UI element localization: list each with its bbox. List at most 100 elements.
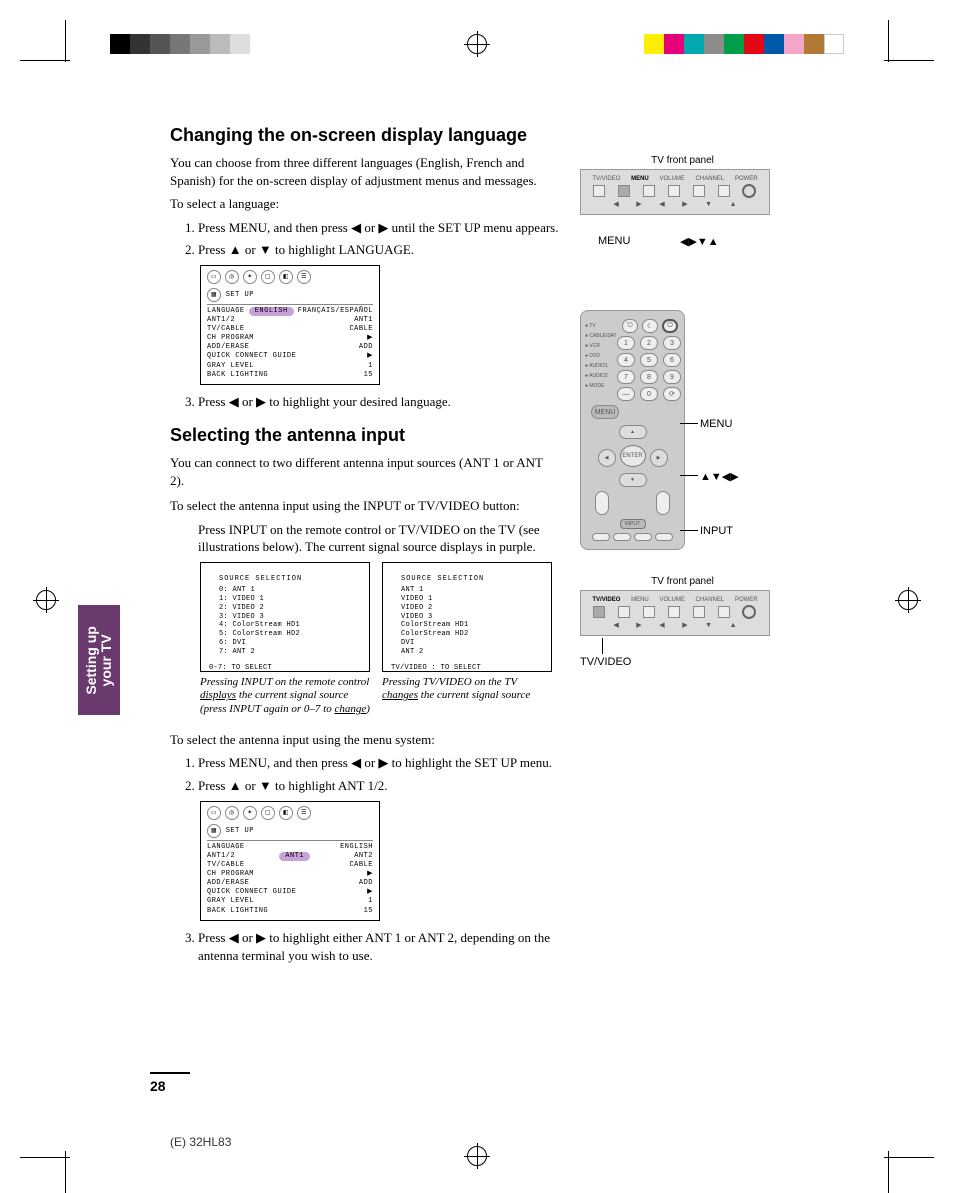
remote-control-figure: ● TV● CABLE/SAT● VCR● DVD● AUDIO1● AUDIO…	[580, 310, 685, 550]
step-item: Press ▲ or ▼ to highlight LANGUAGE.	[198, 241, 560, 259]
figure-title: SOURCE SELECTION	[219, 575, 361, 584]
chapter-tab: Setting up your TV	[78, 605, 120, 715]
crop-mark	[888, 1151, 889, 1193]
osd-row: BACK LIGHTING15	[207, 907, 373, 916]
osd-row: GRAY LEVEL1	[207, 362, 373, 371]
source-selection-figure: SOURCE SELECTION 0: ANT 11: VIDEO 12: VI…	[200, 562, 370, 672]
tv-arrow-row: ◀▶◀▶▼▲	[587, 621, 763, 629]
osd-tab-icon: ✶	[243, 270, 257, 284]
remote-vol-rocker-icon	[656, 491, 670, 515]
osd-row: GRAY LEVEL1	[207, 897, 373, 906]
osd-setup-figure: ▭ ◎ ✶ ▢ ◧ ☰ ▦ SET UP LANGUAGEENGLISHANT1…	[200, 801, 380, 921]
figure-title: SOURCE SELECTION	[401, 575, 543, 584]
registration-mark-icon	[467, 1146, 487, 1166]
tv-button-icon	[668, 606, 680, 618]
remote-number-icon: 0	[640, 387, 658, 401]
remote-number-icon: 3	[663, 336, 681, 350]
dpad-down-icon: ▼	[619, 473, 647, 487]
list-item: DVI	[401, 639, 543, 648]
tv-panel-label: TV/VIDEO	[592, 176, 620, 182]
tv-button-icon	[718, 606, 730, 618]
step-item: Press ◀ or ▶ to highlight either ANT 1 o…	[198, 929, 560, 965]
tv-panel-label: TV/VIDEO	[592, 597, 620, 603]
registration-mark-icon	[467, 34, 487, 54]
osd-tab-icon: ☰	[297, 806, 311, 820]
osd-tab-icon: ◎	[225, 270, 239, 284]
osd-tab-icon: ▢	[261, 806, 275, 820]
osd-setup-figure: ▭ ◎ ✶ ▢ ◧ ☰ ▦ SET UP LANGUAGEENGLISHFRAN…	[200, 265, 380, 385]
osd-row: CH PROGRAM▶	[207, 334, 373, 343]
chapter-tab-label: Setting up your TV	[84, 626, 115, 694]
list-item: 5: ColorStream HD2	[219, 630, 361, 639]
figure-label: TV front panel	[580, 576, 785, 587]
crop-mark	[65, 20, 66, 62]
osd-title-text: SET UP	[226, 827, 254, 835]
list-item: 6: DVI	[219, 639, 361, 648]
heading-antenna: Selecting the antenna input	[170, 425, 560, 446]
tv-button-icon	[593, 606, 605, 618]
swatch	[724, 34, 744, 54]
remote-number-icon: 9	[663, 370, 681, 384]
figure-footer: TV/VIDEO : TO SELECT	[391, 664, 543, 673]
grayscale-colorbar	[110, 34, 270, 54]
osd-tab-icon: ▦	[207, 824, 221, 838]
osd-row: LANGUAGEENGLISHFRANÇAIS/ESPAÑOL	[207, 307, 373, 316]
remote-number-icon: 2	[640, 336, 658, 350]
osd-title-text: SET UP	[226, 291, 254, 299]
paragraph: To select the antenna input using the me…	[170, 731, 560, 749]
step-item: Press MENU, and then press ◀ or ▶ to hig…	[198, 754, 560, 772]
tv-panel-label: VOLUME	[659, 597, 684, 603]
callout-menu: MENU	[598, 235, 630, 247]
swatch	[764, 34, 784, 54]
list-item: 4: ColorStream HD1	[219, 621, 361, 630]
color-colorbar	[644, 34, 844, 54]
paragraph: You can connect to two different antenna…	[170, 454, 560, 489]
list-item: 1: VIDEO 1	[219, 595, 361, 604]
remote-number-icon: 4	[617, 353, 635, 367]
dpad-left-icon: ◀	[598, 449, 616, 467]
callout-tvvideo: TV/VIDEO	[580, 656, 631, 668]
remote-number-icon: 1	[617, 336, 635, 350]
remote-button-icon: ⎋	[622, 319, 638, 333]
tv-panel-label: MENU	[631, 176, 649, 182]
remote-mode-label: ● AUDIO1	[585, 361, 617, 371]
swatch	[804, 34, 824, 54]
list-item: 3: VIDEO 3	[219, 613, 361, 622]
power-button-icon: ⏻	[662, 319, 678, 333]
remote-number-icon: 7	[617, 370, 635, 384]
osd-tab-icon: ◧	[279, 806, 293, 820]
list-item: 7: ANT 2	[219, 648, 361, 657]
list-item: VIDEO 3	[401, 613, 543, 622]
tv-panel-label: CHANNEL	[696, 597, 725, 603]
remote-ch-rocker-icon	[595, 491, 609, 515]
swatch	[644, 34, 664, 54]
remote-button-icon	[655, 533, 673, 541]
osd-tab-icon: ◎	[225, 806, 239, 820]
list-item: ColorStream HD2	[401, 630, 543, 639]
leader-line	[680, 475, 698, 476]
osd-row: TV/CABLECABLE	[207, 325, 373, 334]
remote-mode-label: ● CABLE/SAT	[585, 331, 617, 341]
swatch	[824, 34, 844, 54]
osd-row: QUICK CONNECT GUIDE▶	[207, 352, 373, 361]
tv-button-icon	[618, 606, 630, 618]
osd-tab-icon: ☰	[297, 270, 311, 284]
remote-button-icon	[592, 533, 610, 541]
tv-panel-label: POWER	[735, 176, 758, 182]
list-item: VIDEO 2	[401, 604, 543, 613]
leader-line	[602, 638, 603, 654]
swatch	[170, 34, 190, 54]
list-item: VIDEO 1	[401, 595, 543, 604]
crop-mark	[20, 1157, 70, 1158]
callout-menu: MENU	[700, 418, 732, 430]
swatch	[664, 34, 684, 54]
remote-mode-label: ● AUDIO2	[585, 371, 617, 381]
swatch	[110, 34, 130, 54]
tv-button-icon	[693, 185, 705, 197]
tv-button-icon	[618, 185, 630, 197]
tv-arrow-row: ◀▶◀▶▼▲	[587, 200, 763, 208]
swatch	[130, 34, 150, 54]
osd-row: QUICK CONNECT GUIDE▶	[207, 888, 373, 897]
crop-mark	[20, 60, 70, 61]
callout-input: INPUT	[700, 525, 733, 537]
